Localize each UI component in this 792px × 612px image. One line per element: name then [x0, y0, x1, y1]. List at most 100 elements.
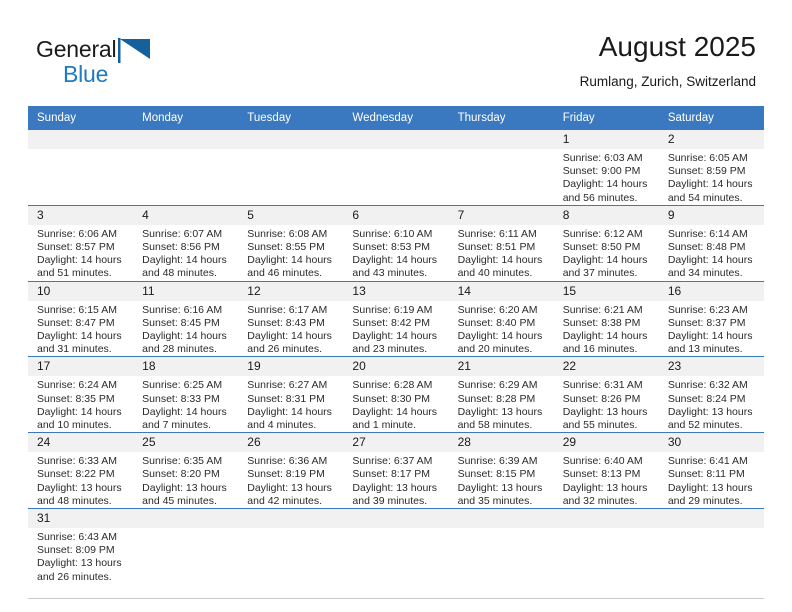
daylight-text: Daylight: 14 hours and 37 minutes.	[562, 254, 648, 280]
calendar-day-cell[interactable]	[133, 130, 239, 206]
calendar-day-cell[interactable]: 28 Sunrise: 6:39 AM Sunset: 8:15 PM Dayligh…	[448, 432, 554, 510]
day-cell-content: 24 Sunrise: 6:33 AM Sunset: 8:22 PM Dayligh…	[28, 433, 134, 508]
day-cell-empty	[28, 130, 134, 205]
calendar-day-cell[interactable]: 7 Sunrise: 6:11 AM Sunset: 8:51 PM Daylight…	[448, 205, 554, 282]
calendar-day-cell[interactable]: 31 Sunrise: 6:43 AM Sunset: 8:09 PM Dayligh…	[28, 508, 134, 600]
brand-logo[interactable]: General Blue	[36, 30, 236, 86]
calendar-day-cell[interactable]: 6 Sunrise: 6:10 AM Sunset: 8:53 PM Daylight…	[343, 205, 449, 282]
calendar-day-cell[interactable]: 15 Sunrise: 6:21 AM Sunset: 8:38 PM Dayligh…	[553, 281, 659, 358]
calendar-day-cell[interactable]: 4 Sunrise: 6:07 AM Sunset: 8:56 PM Daylight…	[133, 205, 239, 282]
calendar-day-cell[interactable]: 16 Sunrise: 6:23 AM Sunset: 8:37 PM Dayligh…	[658, 281, 764, 358]
daylight-text: Daylight: 13 hours and 32 minutes.	[562, 481, 648, 507]
sunset-text: Sunset: 8:35 PM	[37, 392, 115, 405]
calendar-day-cell[interactable]: 24 Sunrise: 6:33 AM Sunset: 8:22 PM Dayligh…	[28, 432, 134, 510]
day-cell-empty	[343, 130, 449, 205]
day-details: Sunrise: 6:32 AM Sunset: 8:24 PM Daylight:…	[659, 376, 764, 432]
daylight-text: Daylight: 13 hours and 58 minutes.	[457, 405, 543, 432]
daylight-text: Daylight: 13 hours and 48 minutes.	[37, 481, 122, 507]
day-details: Sunrise: 6:24 AM Sunset: 8:35 PM Daylight:…	[28, 376, 133, 432]
calendar-day-cell[interactable]: 14 Sunrise: 6:20 AM Sunset: 8:40 PM Dayligh…	[448, 281, 554, 358]
calendar-day-cell[interactable]: 30 Sunrise: 6:41 AM Sunset: 8:11 PM Dayligh…	[658, 432, 764, 510]
calendar-day-cell[interactable]: 25 Sunrise: 6:35 AM Sunset: 8:20 PM Dayligh…	[133, 432, 239, 510]
day-number: 17	[28, 357, 134, 377]
day-number: 26	[238, 433, 344, 453]
calendar-day-cell[interactable]	[448, 508, 554, 600]
calendar-day-cell[interactable]: 21 Sunrise: 6:29 AM Sunset: 8:28 PM Dayligh…	[448, 356, 554, 434]
day-cell-empty	[343, 509, 449, 598]
calendar-day-cell[interactable]: 26 Sunrise: 6:36 AM Sunset: 8:19 PM Dayligh…	[238, 432, 344, 510]
day-cell-content: 21 Sunrise: 6:29 AM Sunset: 8:28 PM Dayligh…	[448, 357, 554, 432]
sunrise-text: Sunrise: 6:05 AM	[667, 152, 748, 164]
calendar-day-cell[interactable]	[343, 508, 449, 600]
day-cell-content: 18 Sunrise: 6:25 AM Sunset: 8:33 PM Dayligh…	[133, 357, 239, 432]
sunset-text: Sunset: 8:51 PM	[457, 241, 536, 254]
day-details: Sunrise: 6:33 AM Sunset: 8:22 PM Daylight:…	[28, 452, 133, 508]
sunset-text: Sunset: 8:55 PM	[247, 241, 325, 254]
calendar-day-cell[interactable]: 13 Sunrise: 6:19 AM Sunset: 8:42 PM Dayligh…	[343, 281, 449, 358]
calendar-day-cell[interactable]: 18 Sunrise: 6:25 AM Sunset: 8:33 PM Dayligh…	[133, 356, 239, 434]
calendar-day-cell[interactable]: 8 Sunrise: 6:12 AM Sunset: 8:50 PM Daylight…	[553, 205, 659, 282]
calendar-day-cell[interactable]	[238, 508, 344, 600]
sunset-text: Sunset: 8:57 PM	[37, 241, 115, 254]
day-details: Sunrise: 6:39 AM Sunset: 8:15 PM Daylight:…	[449, 452, 554, 508]
sunrise-text: Sunrise: 6:17 AM	[247, 303, 328, 316]
calendar-day-cell[interactable]: 29 Sunrise: 6:40 AM Sunset: 8:13 PM Dayligh…	[553, 432, 659, 510]
sunrise-text: Sunrise: 6:36 AM	[247, 455, 328, 468]
sunrise-text: Sunrise: 6:15 AM	[37, 303, 117, 316]
daylight-text: Daylight: 13 hours and 42 minutes.	[247, 481, 332, 507]
day-details: Sunrise: 6:11 AM Sunset: 8:51 PM Daylight:…	[449, 225, 554, 281]
day-number: 14	[448, 281, 554, 301]
day-cell-empty	[133, 509, 239, 598]
sunset-text: Sunset: 8:48 PM	[667, 241, 746, 254]
day-number: 1	[553, 130, 659, 149]
sunrise-text: Sunrise: 6:21 AM	[562, 303, 643, 316]
day-number: 8	[553, 205, 659, 225]
sunset-text: Sunset: 8:28 PM	[457, 392, 536, 405]
sunset-text: Sunset: 8:47 PM	[37, 316, 115, 329]
day-details: Sunrise: 6:10 AM Sunset: 8:53 PM Daylight:…	[343, 225, 448, 281]
sunrise-text: Sunrise: 6:07 AM	[142, 227, 223, 240]
day-details: Sunrise: 6:36 AM Sunset: 8:19 PM Daylight:…	[238, 452, 343, 508]
calendar-day-cell[interactable]: 11 Sunrise: 6:16 AM Sunset: 8:45 PM Dayligh…	[133, 281, 239, 358]
daylight-text: Daylight: 13 hours and 55 minutes.	[562, 405, 648, 432]
day-number: 5	[238, 205, 344, 225]
sunrise-text: Sunrise: 6:10 AM	[352, 227, 433, 240]
calendar-day-cell[interactable]: 17 Sunrise: 6:24 AM Sunset: 8:35 PM Dayligh…	[28, 356, 134, 434]
page-title: August 2025	[598, 31, 756, 62]
daylight-text: Daylight: 14 hours and 34 minutes.	[667, 254, 753, 280]
day-cell-content: 5 Sunrise: 6:08 AM Sunset: 8:55 PM Daylight…	[238, 205, 344, 281]
calendar-day-cell[interactable]	[133, 508, 239, 600]
sunset-text: Sunset: 8:24 PM	[667, 392, 746, 405]
calendar-day-cell[interactable]	[658, 508, 764, 600]
daylight-text: Daylight: 14 hours and 4 minutes.	[247, 405, 332, 432]
sunrise-text: Sunrise: 6:29 AM	[457, 379, 538, 392]
day-cell-content: 8 Sunrise: 6:12 AM Sunset: 8:50 PM Daylight…	[553, 205, 659, 281]
calendar-day-cell[interactable]: 12 Sunrise: 6:17 AM Sunset: 8:43 PM Dayligh…	[238, 281, 344, 358]
day-number: 22	[553, 357, 659, 377]
calendar-day-cell[interactable]: 9 Sunrise: 6:14 AM Sunset: 8:48 PM Daylight…	[658, 205, 764, 282]
calendar-day-cell[interactable]: 20 Sunrise: 6:28 AM Sunset: 8:30 PM Dayligh…	[343, 356, 449, 434]
calendar-day-cell[interactable]	[238, 130, 344, 206]
calendar-wrapper: Sunday Monday Tuesday Wednesday Thursday…	[0, 106, 792, 600]
calendar-day-cell[interactable]: 19 Sunrise: 6:27 AM Sunset: 8:31 PM Dayligh…	[238, 356, 344, 434]
calendar-day-cell[interactable]: 10 Sunrise: 6:15 AM Sunset: 8:47 PM Dayligh…	[28, 281, 134, 358]
calendar-day-cell[interactable]: 2 Sunrise: 6:05 AM Sunset: 8:59 PM Daylight…	[658, 130, 764, 206]
calendar-day-cell[interactable]: 22 Sunrise: 6:31 AM Sunset: 8:26 PM Dayligh…	[553, 356, 659, 434]
calendar-body: 1 Sunrise: 6:03 AM Sunset: 9:00 PM Daylight…	[28, 130, 764, 600]
day-number: 20	[343, 357, 449, 377]
calendar-day-cell[interactable]	[448, 130, 554, 206]
calendar-day-cell[interactable]: 27 Sunrise: 6:37 AM Sunset: 8:17 PM Dayligh…	[343, 432, 449, 510]
calendar-day-cell[interactable]	[553, 508, 659, 600]
calendar-day-cell[interactable]: 5 Sunrise: 6:08 AM Sunset: 8:55 PM Daylight…	[238, 205, 344, 282]
calendar-day-cell[interactable]: 23 Sunrise: 6:32 AM Sunset: 8:24 PM Dayligh…	[658, 356, 764, 434]
calendar-day-cell[interactable]	[28, 130, 134, 206]
day-cell-empty	[238, 509, 344, 598]
sunset-text: Sunset: 8:20 PM	[142, 468, 220, 481]
calendar-day-cell[interactable]: 1 Sunrise: 6:03 AM Sunset: 9:00 PM Daylight…	[553, 130, 659, 206]
calendar-day-cell[interactable]: 3 Sunrise: 6:06 AM Sunset: 8:57 PM Daylight…	[28, 205, 134, 282]
sunrise-text: Sunrise: 6:20 AM	[457, 303, 538, 316]
calendar-day-cell[interactable]	[343, 130, 449, 206]
day-cell-empty	[448, 509, 554, 598]
day-cell-content: 11 Sunrise: 6:16 AM Sunset: 8:45 PM Dayligh…	[133, 281, 239, 357]
day-number: 18	[133, 357, 239, 377]
